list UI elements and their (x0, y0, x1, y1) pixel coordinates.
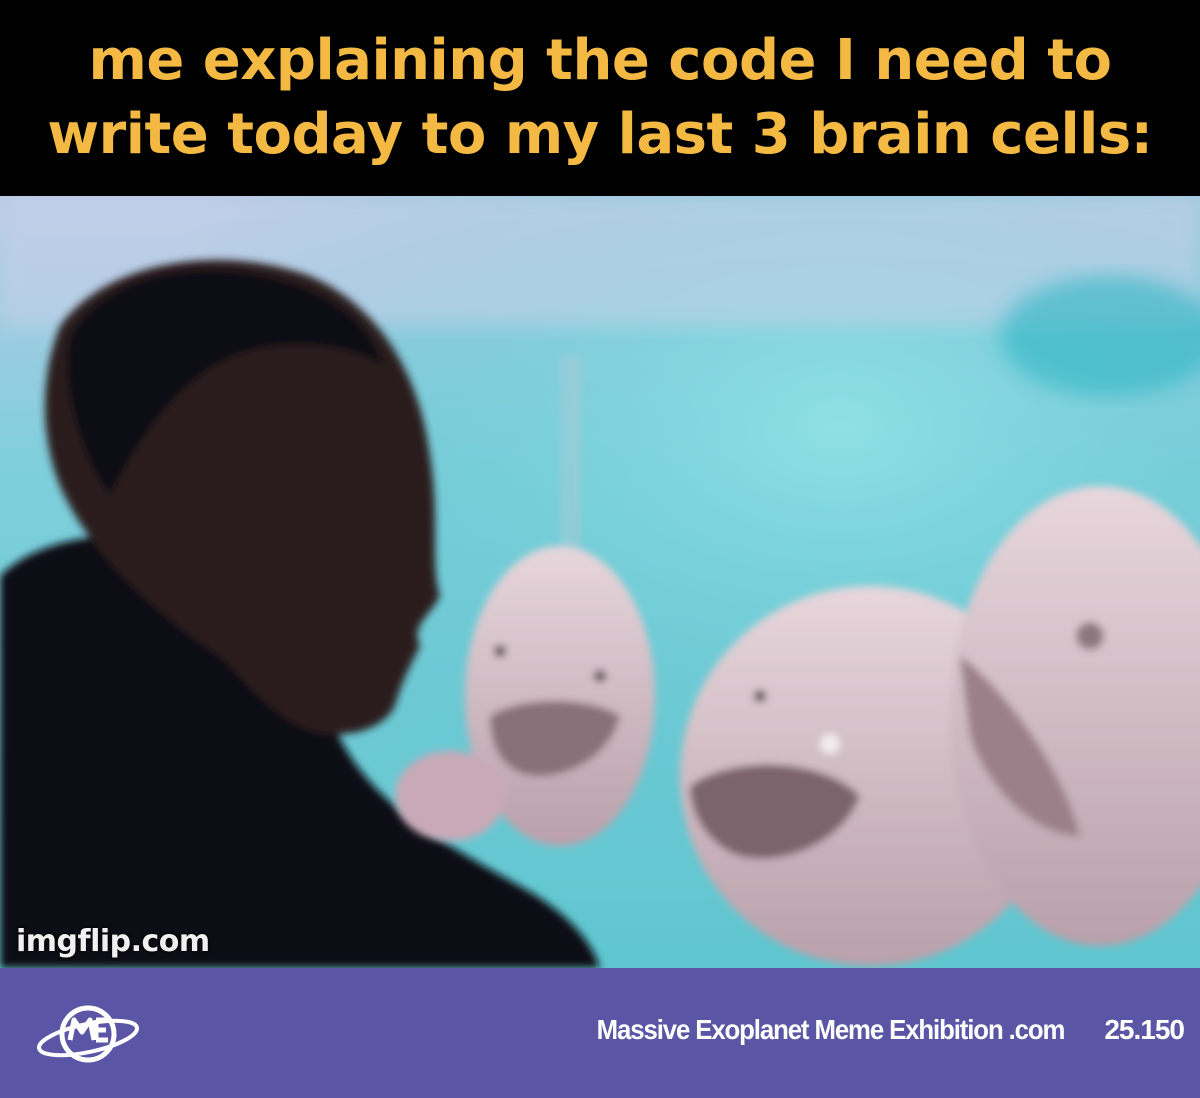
meme-caption: me explaining the code I need to write t… (0, 0, 1200, 196)
meme-image: me explaining the code I need to write t… (0, 0, 1200, 1098)
meme-number: 25.150 (1104, 1014, 1185, 1045)
caption-text: me explaining the code I need to write t… (20, 24, 1180, 172)
caption-line-1: me explaining the code I need to (88, 28, 1112, 93)
site-name: Massive Exoplanet Meme Exhibition .com (596, 1014, 1065, 1045)
meme-photo: imgflip.com (0, 196, 1200, 968)
imgflip-watermark: imgflip.com (16, 924, 210, 959)
aquarium-scene (0, 196, 1200, 968)
footer-bar: Massive Exoplanet Meme Exhibition .com 2… (0, 968, 1200, 1098)
planet-ring-logo-icon (37, 1005, 139, 1063)
caption-line-2: write today to my last 3 brain cells: (47, 102, 1153, 167)
